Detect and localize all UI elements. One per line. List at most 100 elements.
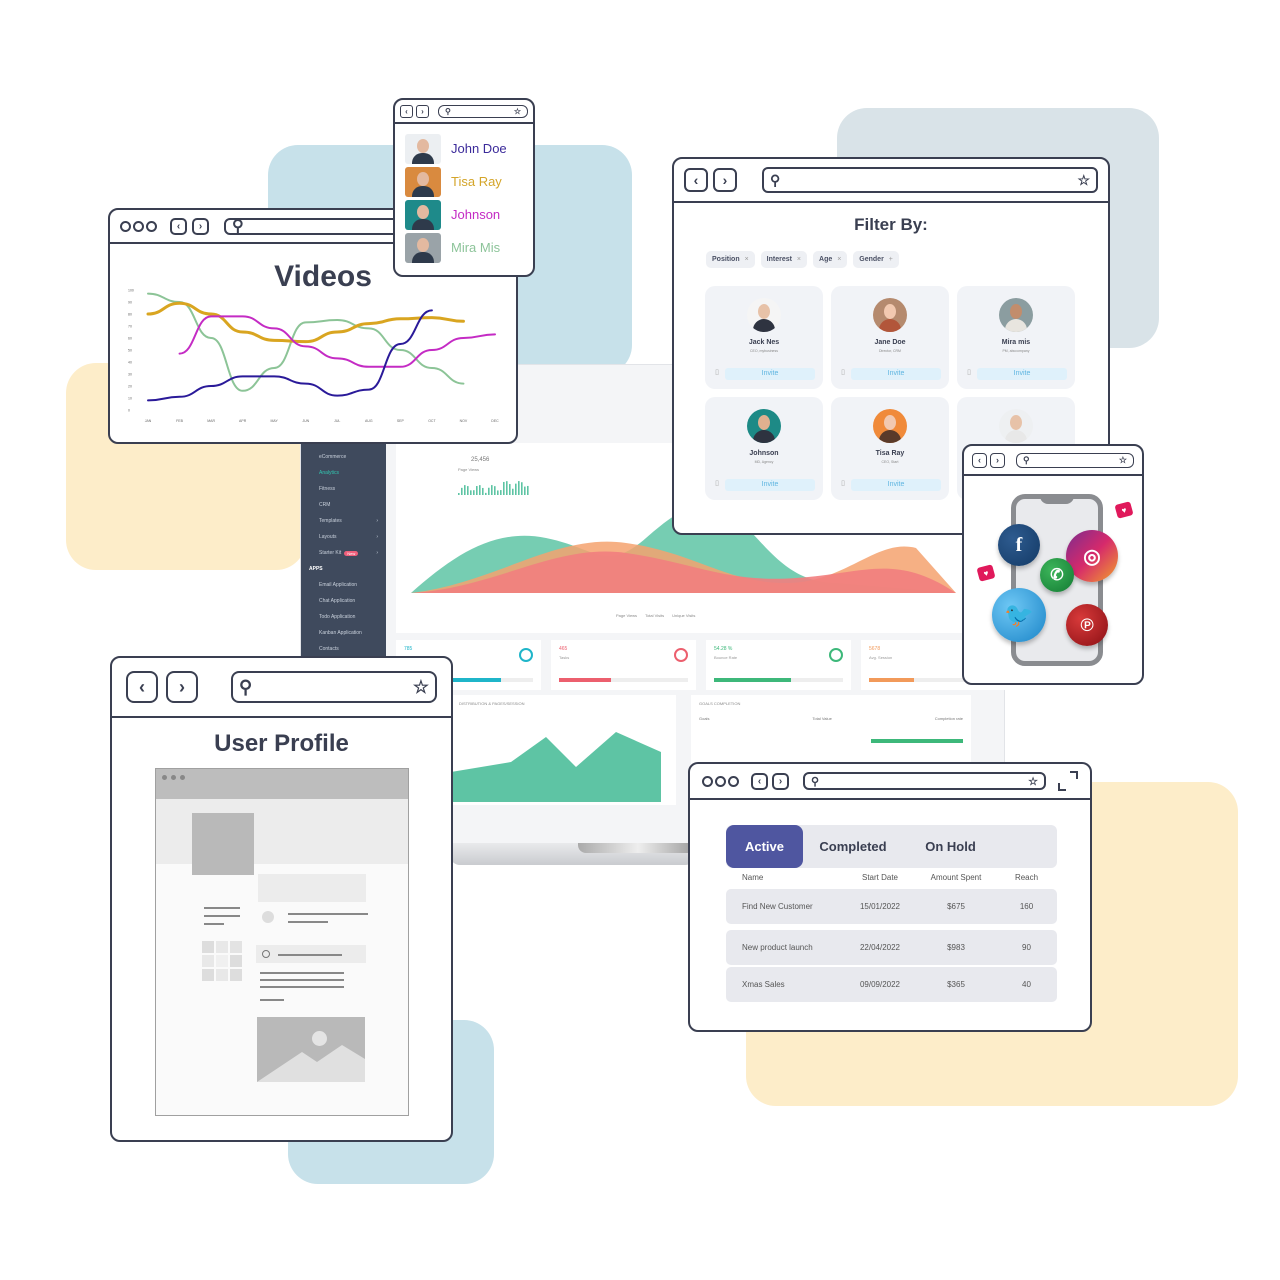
sidebar-item-label: eCommerce xyxy=(319,454,347,460)
contact-item[interactable]: Mira Mis xyxy=(395,231,533,264)
y-tick-label: 30 xyxy=(128,373,132,377)
invite-button[interactable]: Invite xyxy=(725,479,815,491)
star-icon[interactable]: ☆ xyxy=(1028,775,1038,788)
browser-toolbar: ‹ › ⚲ ☆ xyxy=(112,658,451,718)
invite-button[interactable]: Invite xyxy=(977,368,1067,380)
stat-value: 465 xyxy=(559,646,568,652)
sidebar-item-label: Analytics xyxy=(319,470,340,476)
bookmark-icon[interactable]: ▯ xyxy=(713,479,721,491)
avatar xyxy=(999,298,1033,332)
bookmark-icon[interactable]: ▯ xyxy=(713,368,721,380)
forward-button[interactable]: › xyxy=(166,671,198,703)
sparkline-bar xyxy=(458,493,460,495)
back-button[interactable]: ‹ xyxy=(400,104,413,118)
sparkline-bar xyxy=(479,485,481,495)
back-button[interactable]: ‹ xyxy=(170,217,187,235)
sparkline-bar xyxy=(491,485,493,495)
star-icon[interactable]: ☆ xyxy=(1119,455,1127,466)
x-tick-label: JAN xyxy=(145,419,152,423)
back-button[interactable]: ‹ xyxy=(751,772,768,790)
forward-button[interactable]: › xyxy=(772,772,789,790)
bookmark-icon[interactable]: ▯ xyxy=(839,479,847,491)
filter-chip[interactable]: Gender + xyxy=(853,251,899,268)
x-tick-label: MAY xyxy=(271,419,279,423)
url-bar[interactable]: ⚲ ☆ xyxy=(438,104,528,118)
stat-value: 54.28 % xyxy=(714,646,733,652)
goal-col: Total Value xyxy=(812,716,832,721)
sparkline-bar xyxy=(488,487,490,495)
table-row[interactable]: New product launch 22/04/2022 $983 90 xyxy=(726,930,1057,965)
sidebar-app-item[interactable]: Todo Application xyxy=(301,609,386,625)
expand-icon[interactable] xyxy=(1058,771,1078,791)
url-bar[interactable]: ⚲ ☆ xyxy=(803,772,1046,790)
wireframe-grid xyxy=(202,941,242,981)
sidebar-item[interactable]: Fitness xyxy=(301,481,386,497)
laptop-hinge xyxy=(578,843,698,853)
star-icon[interactable]: ☆ xyxy=(1077,172,1090,189)
sparkline-bar xyxy=(485,492,487,495)
sidebar-item[interactable]: eCommerce xyxy=(301,449,386,465)
x-tick-label: FEB xyxy=(176,419,183,423)
sidebar-item[interactable]: Starter Kit New › xyxy=(301,545,386,561)
profile-title: User Profile xyxy=(214,730,349,757)
bookmark-icon[interactable]: ▯ xyxy=(965,368,973,380)
sidebar-app-item[interactable]: Contacts xyxy=(301,641,386,657)
tab-completed[interactable]: Completed xyxy=(803,825,903,868)
plus-icon[interactable]: + xyxy=(887,256,893,263)
sparkline-bar xyxy=(521,482,523,495)
star-icon[interactable]: ☆ xyxy=(514,107,521,116)
wireframe-line xyxy=(260,972,344,974)
col-amount-spent: Amount Spent xyxy=(930,873,982,882)
wireframe-line xyxy=(260,979,344,981)
tab-on-hold[interactable]: On Hold xyxy=(903,825,998,868)
bookmark-icon[interactable]: ▯ xyxy=(839,368,847,380)
filter-chip[interactable]: Position × xyxy=(706,251,755,268)
sidebar-item[interactable]: CRM xyxy=(301,497,386,513)
sidebar-app-item[interactable]: Email Application xyxy=(301,577,386,593)
contact-item[interactable]: John Doe xyxy=(395,132,533,165)
search-icon: ⚲ xyxy=(445,106,451,116)
sidebar-item-label: Starter Kit xyxy=(319,550,342,556)
invite-button[interactable]: Invite xyxy=(725,368,815,380)
sidebar-app-item[interactable]: Chat Application xyxy=(301,593,386,609)
y-tick-label: 100 xyxy=(128,289,134,293)
forward-button[interactable]: › xyxy=(713,168,737,192)
browser-toolbar: ‹ › ⚲ ☆ xyxy=(395,100,533,124)
url-bar[interactable]: ⚲ ☆ xyxy=(1016,452,1134,468)
table-row[interactable]: Find New Customer 15/01/2022 $675 160 xyxy=(726,889,1057,924)
back-button[interactable]: ‹ xyxy=(126,671,158,703)
heart-icon: ♥ xyxy=(976,564,996,582)
invite-button[interactable]: Invite xyxy=(851,368,941,380)
sparkline-bar xyxy=(524,486,526,495)
sidebar-item[interactable]: Templates › xyxy=(301,513,386,529)
chip-label: Position xyxy=(712,256,740,263)
forward-button[interactable]: › xyxy=(990,452,1005,468)
url-bar[interactable]: ⚲ ☆ xyxy=(762,167,1098,193)
filter-chip[interactable]: Interest × xyxy=(760,251,808,268)
sparkline-bar xyxy=(476,486,478,495)
sidebar-app-item[interactable]: Kanban Application xyxy=(301,625,386,641)
person-role: CEO, Start xyxy=(881,460,899,464)
back-button[interactable]: ‹ xyxy=(972,452,987,468)
back-button[interactable]: ‹ xyxy=(684,168,708,192)
sidebar-item[interactable]: Analytics xyxy=(301,465,386,481)
star-icon[interactable]: ☆ xyxy=(413,677,429,698)
url-bar[interactable]: ⚲ ☆ xyxy=(231,671,437,703)
contact-item[interactable]: Tisa Ray xyxy=(395,165,533,198)
y-tick-label: 50 xyxy=(128,349,132,353)
sidebar-item[interactable]: Layouts › xyxy=(301,529,386,545)
heart-icon: ♥ xyxy=(1114,501,1134,519)
table-row[interactable]: Xmas Sales 09/09/2022 $365 40 xyxy=(726,967,1057,1002)
chip-label: Interest xyxy=(766,256,792,263)
close-icon[interactable]: × xyxy=(743,256,749,263)
avatar xyxy=(405,133,441,164)
forward-button[interactable]: › xyxy=(192,217,209,235)
whatsapp-icon: ✆ xyxy=(1040,558,1074,592)
forward-button[interactable]: › xyxy=(416,104,429,118)
contact-item[interactable]: Johnson xyxy=(395,198,533,231)
filter-chip[interactable]: Age × xyxy=(813,251,848,268)
invite-button[interactable]: Invite xyxy=(851,479,941,491)
close-icon[interactable]: × xyxy=(835,256,841,263)
close-icon[interactable]: × xyxy=(795,256,801,263)
tab-active[interactable]: Active xyxy=(726,825,803,868)
